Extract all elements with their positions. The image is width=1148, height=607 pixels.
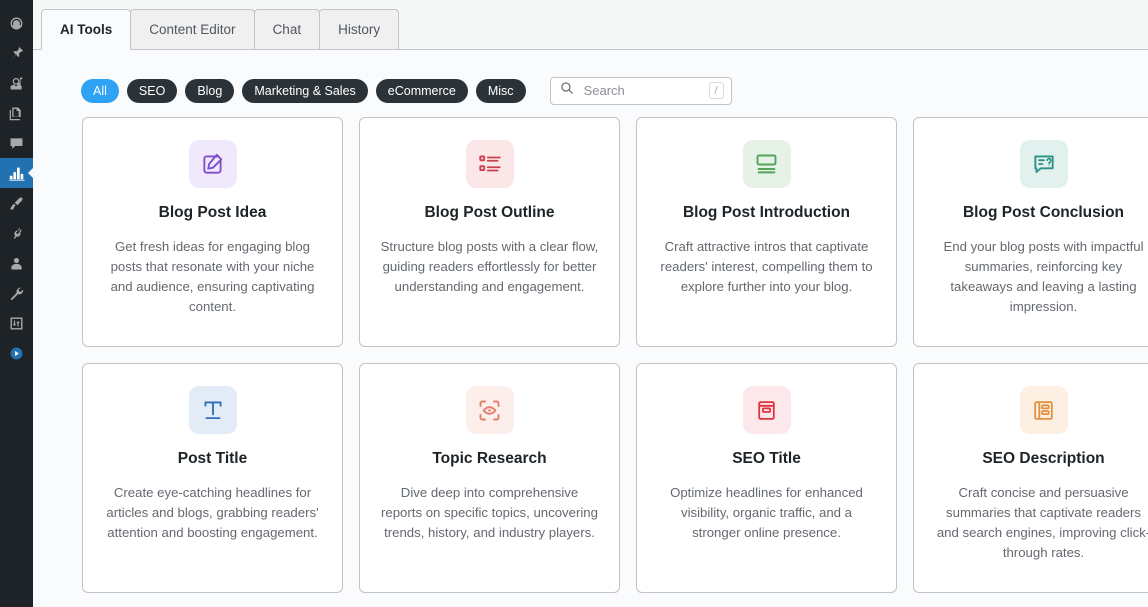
sidebar-item-pages[interactable] xyxy=(0,98,33,128)
sidebar-item-dashboard[interactable] xyxy=(0,8,33,38)
tool-card-title: Topic Research xyxy=(432,450,547,467)
tab-ai-tools[interactable]: AI Tools xyxy=(41,9,132,50)
tool-card-title: Post Title xyxy=(177,450,248,467)
sidebar-item-settings[interactable] xyxy=(0,308,33,338)
tool-card-blog-post-introduction[interactable]: Blog Post Introduction Craft attractive … xyxy=(636,117,897,347)
filter-pill-seo[interactable]: SEO xyxy=(126,78,178,103)
search-box[interactable]: / xyxy=(549,76,732,105)
filter-label: SEO xyxy=(138,83,166,98)
filter-pill-ecommerce[interactable]: eCommerce xyxy=(375,78,468,103)
search-icon xyxy=(560,81,574,100)
tool-card-blog-post-idea[interactable]: Blog Post Idea Get fresh ideas for engag… xyxy=(82,117,343,347)
tab-history[interactable]: History xyxy=(319,9,400,49)
tool-card-seo-title[interactable]: SEO Title Optimize headlines for enhance… xyxy=(636,363,897,593)
comment-icon xyxy=(8,135,25,152)
plug-icon xyxy=(8,225,25,242)
tab-label: Content Editor xyxy=(149,22,236,37)
tab-panel-ai-tools: All SEO Blog Marketing & Sales eCommerce… xyxy=(33,50,1148,607)
filter-pill-blog[interactable]: Blog xyxy=(185,78,235,103)
tool-card-topic-research[interactable]: Topic Research Dive deep into comprehens… xyxy=(359,363,620,593)
sidebar-item-comments[interactable] xyxy=(0,128,33,158)
chart-icon xyxy=(8,164,26,182)
sidebar-item-media[interactable] xyxy=(0,68,33,98)
tool-card-description: Optimize headlines for enhanced visibili… xyxy=(670,484,863,540)
dashboard-icon xyxy=(8,15,25,32)
filter-label: eCommerce xyxy=(387,83,456,98)
tool-card-title: SEO Title xyxy=(732,450,801,467)
tool-card-grid: Blog Post Idea Get fresh ideas for engag… xyxy=(33,112,1148,593)
pages-icon xyxy=(8,105,25,122)
sidebar-item-posts[interactable] xyxy=(0,38,33,68)
sidebar-item-player[interactable] xyxy=(0,338,33,368)
tool-card-description: Craft attractive intros that captivate r… xyxy=(660,238,873,294)
filter-label: Misc xyxy=(487,83,514,98)
tool-card-title: Blog Post Idea xyxy=(158,204,267,221)
media-icon xyxy=(8,75,25,92)
tool-card-description: End your blog posts with impactful summa… xyxy=(943,238,1144,314)
pin-icon xyxy=(8,45,25,62)
app-root: AI Tools Content Editor Chat History All… xyxy=(0,0,1148,607)
tool-card-description: Structure blog posts with a clear flow, … xyxy=(380,238,599,294)
sidebar-item-tools[interactable] xyxy=(0,278,33,308)
filter-pill-misc[interactable]: Misc xyxy=(475,78,526,103)
user-icon xyxy=(8,255,25,272)
tab-content-editor[interactable]: Content Editor xyxy=(130,9,255,49)
tool-card-seo-description[interactable]: SEO Description Craft concise and persua… xyxy=(913,363,1148,593)
tool-card-blog-post-outline[interactable]: Blog Post Outline Structure blog posts w… xyxy=(359,117,620,347)
tab-label: Chat xyxy=(272,22,302,37)
filter-label: Marketing & Sales xyxy=(254,83,356,98)
filter-label: Blog xyxy=(197,83,223,98)
tool-card-description: Craft concise and persuasive summaries t… xyxy=(936,484,1148,560)
wrench-icon xyxy=(8,285,25,302)
edit-square-icon xyxy=(188,140,237,188)
tool-card-description: Dive deep into comprehensive reports on … xyxy=(381,484,598,540)
list-icon xyxy=(465,140,514,188)
filter-pill-marketing-sales[interactable]: Marketing & Sales xyxy=(242,78,368,103)
tool-card-description: Get fresh ideas for engaging blog posts … xyxy=(110,238,315,314)
search-input[interactable] xyxy=(581,82,701,99)
tool-card-title: Blog Post Outline xyxy=(424,204,555,221)
tool-card-description: Create eye-catching headlines for articl… xyxy=(106,484,319,540)
speech-bubble-question-icon xyxy=(1019,140,1068,188)
sidebar-item-appearance[interactable] xyxy=(0,188,33,218)
tool-card-title: Blog Post Conclusion xyxy=(962,204,1125,221)
search-shortcut-badge: / xyxy=(708,82,724,99)
tool-card-blog-post-conclusion[interactable]: Blog Post Conclusion End your blog posts… xyxy=(913,117,1148,347)
settings-icon xyxy=(8,315,25,332)
eye-focus-icon xyxy=(465,386,514,434)
tool-card-title: Blog Post Introduction xyxy=(682,204,851,221)
tab-label: AI Tools xyxy=(60,22,113,37)
filter-pill-all[interactable]: All xyxy=(81,78,119,103)
tool-card-title: SEO Description xyxy=(982,450,1105,467)
sidebar-item-plugins[interactable] xyxy=(0,218,33,248)
tool-card-post-title[interactable]: Post Title Create eye-catching headlines… xyxy=(82,363,343,593)
main-panel: AI Tools Content Editor Chat History All… xyxy=(33,0,1148,607)
wp-admin-sidebar xyxy=(0,0,33,607)
tab-bar: AI Tools Content Editor Chat History xyxy=(33,0,1148,50)
brush-icon xyxy=(8,195,25,212)
filter-label: All xyxy=(93,83,107,98)
sidebar-item-users[interactable] xyxy=(0,248,33,278)
sidebar-item-ai-tools[interactable] xyxy=(0,158,33,188)
typography-t-icon xyxy=(188,386,237,434)
play-circle-icon xyxy=(8,345,25,362)
layout-header-icon xyxy=(742,140,791,188)
filter-row: All SEO Blog Marketing & Sales eCommerce… xyxy=(33,50,1148,112)
tab-chat[interactable]: Chat xyxy=(253,9,321,49)
document-layout-icon xyxy=(1019,386,1068,434)
card-window-icon xyxy=(742,386,791,434)
tab-label: History xyxy=(338,22,381,37)
